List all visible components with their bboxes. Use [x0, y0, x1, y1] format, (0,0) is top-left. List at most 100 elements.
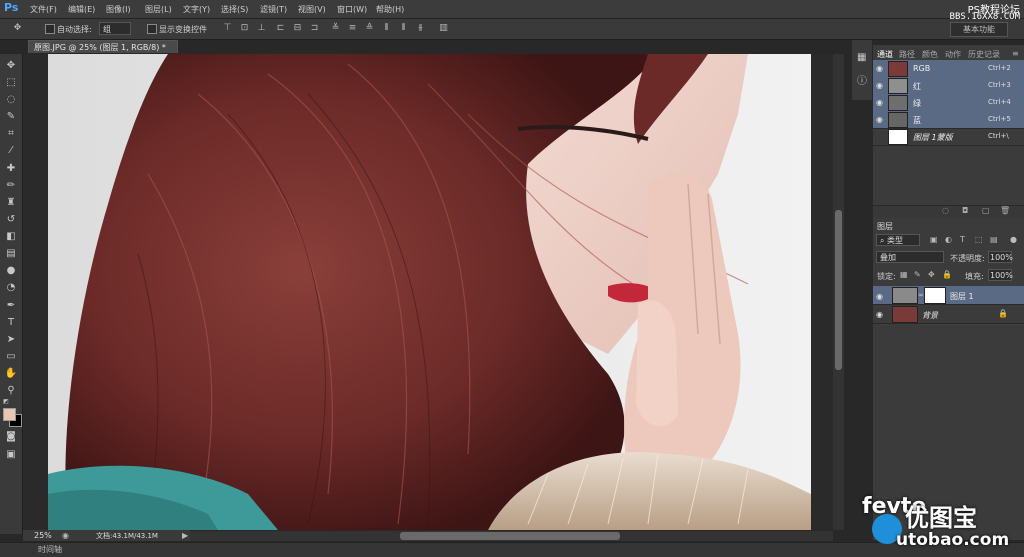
fill-input[interactable]: 100% [988, 269, 1013, 281]
menu-type[interactable]: 文字(Y) [183, 4, 210, 15]
rectangle-tool-icon[interactable]: ▭ [4, 350, 18, 364]
histogram-panel-icon[interactable]: ▦ [857, 52, 866, 63]
workspace-essentials-button[interactable]: 基本功能 [950, 22, 1008, 37]
filter-smart-object-icon[interactable]: ▤ [990, 235, 998, 244]
layer-name: 图层 1 [950, 292, 974, 301]
path-selection-tool-icon[interactable]: ➤ [4, 333, 18, 347]
menu-file[interactable]: 文件(F) [30, 4, 57, 15]
distribute-hcenter-icon[interactable]: ⦀ [398, 23, 409, 34]
menu-layer[interactable]: 图层(L) [145, 4, 172, 15]
crop-tool-icon[interactable]: ⌗ [4, 127, 18, 141]
clone-stamp-tool-icon[interactable]: ♜ [4, 196, 18, 210]
layer-mask-thumbnail[interactable] [924, 287, 946, 304]
marquee-tool-icon[interactable]: ⬚ [4, 76, 18, 90]
quick-select-tool-icon[interactable]: ✎ [4, 110, 18, 124]
eyedropper-tool-icon[interactable]: ⁄ [4, 144, 18, 158]
healing-brush-tool-icon[interactable]: ✚ [4, 162, 18, 176]
timeline-panel-bar [0, 542, 1024, 557]
document-tab[interactable]: 原图.JPG @ 25% (图层 1, RGB/8) * [28, 40, 178, 53]
delete-channel-icon[interactable]: 🗑 [1000, 206, 1010, 215]
channel-thumbnail [888, 78, 908, 94]
menu-help[interactable]: 帮助(H) [376, 4, 404, 15]
menu-filter[interactable]: 滤镜(T) [260, 4, 287, 15]
channel-thumbnail [888, 129, 908, 145]
eye-icon[interactable]: ◉ [876, 292, 885, 301]
layer-filter-select[interactable]: ⌕ 类型 [876, 234, 920, 246]
lock-position-icon[interactable]: ✥ [928, 270, 935, 279]
align-hcenter-icon[interactable]: ⊟ [292, 23, 303, 34]
blend-mode-select[interactable]: 叠加 [876, 251, 944, 263]
align-vcenter-icon[interactable]: ⊡ [239, 23, 250, 34]
lock-transparent-icon[interactable]: ▦ [900, 270, 908, 279]
zoom-level[interactable]: 25% [34, 531, 52, 540]
filter-toggle-icon[interactable]: ● [1010, 235, 1017, 244]
brush-tool-icon[interactable]: ✏ [4, 179, 18, 193]
vertical-scroll-thumb[interactable] [835, 210, 842, 370]
document-canvas-image[interactable] [48, 54, 811, 530]
eye-icon[interactable]: ◉ [876, 64, 885, 73]
channel-name: 蓝 [913, 116, 921, 125]
menu-view[interactable]: 视图(V) [298, 4, 326, 15]
eye-icon[interactable]: ◉ [876, 310, 885, 319]
eye-icon[interactable]: ◉ [876, 115, 885, 124]
lock-pixels-icon[interactable]: ✎ [914, 270, 921, 279]
history-brush-tool-icon[interactable]: ↺ [4, 213, 18, 227]
tab-paths[interactable]: 路径 [899, 49, 915, 60]
distribute-bottom-icon[interactable]: ≙ [364, 23, 375, 34]
tab-color[interactable]: 颜色 [922, 49, 938, 60]
opacity-input[interactable]: 100% [988, 251, 1013, 263]
show-transform-checkbox[interactable] [147, 24, 157, 34]
status-menu-arrow-icon[interactable]: ▶ [182, 531, 188, 540]
distribute-top-icon[interactable]: ≚ [330, 23, 341, 34]
gradient-tool-icon[interactable]: ▤ [4, 247, 18, 261]
align-bottom-icon[interactable]: ⊥ [256, 23, 267, 34]
lasso-tool-icon[interactable]: ◌ [4, 93, 18, 107]
tab-channels[interactable]: 通道 [877, 49, 893, 60]
distribute-vcenter-icon[interactable]: ≡ [347, 23, 358, 34]
tab-layers[interactable]: 图层 [877, 221, 893, 232]
move-tool-preset-icon[interactable]: ✥ [12, 23, 23, 34]
panel-menu-icon[interactable]: ≡ [1012, 49, 1019, 58]
zoom-tool-icon[interactable]: ⚲ [4, 384, 18, 398]
save-selection-icon[interactable]: ◘ [962, 206, 968, 215]
align-left-icon[interactable]: ⊏ [275, 23, 286, 34]
default-colors-icon[interactable]: ◩ [2, 398, 10, 406]
quick-mask-icon[interactable]: ◙ [4, 430, 18, 444]
foreground-color-swatch[interactable] [3, 408, 16, 421]
type-tool-icon[interactable]: T [4, 316, 18, 330]
distribute-right-icon[interactable]: ⫵ [415, 23, 426, 34]
eraser-tool-icon[interactable]: ◧ [4, 230, 18, 244]
blur-tool-icon[interactable]: ● [4, 264, 18, 278]
move-tool-icon[interactable]: ✥ [4, 59, 18, 73]
horizontal-scroll-thumb[interactable] [400, 532, 620, 540]
status-info-icon[interactable]: ◉ [62, 531, 69, 540]
menu-select[interactable]: 选择(S) [221, 4, 248, 15]
tab-history[interactable]: 历史记录 [968, 49, 1000, 60]
timeline-label[interactable]: 时间轴 [38, 544, 62, 555]
lock-all-icon[interactable]: 🔒 [942, 270, 952, 279]
align-right-icon[interactable]: ⊐ [309, 23, 320, 34]
new-channel-icon[interactable]: ▢ [982, 206, 990, 215]
auto-select-checkbox[interactable] [45, 24, 55, 34]
hand-tool-icon[interactable]: ✋ [4, 367, 18, 381]
filter-pixel-icon[interactable]: ▣ [930, 235, 938, 244]
eye-icon[interactable]: ◉ [876, 98, 885, 107]
chain-link-icon[interactable]: ∞ [918, 291, 924, 299]
auto-select-dropdown[interactable]: 组 [99, 22, 131, 35]
load-selection-icon[interactable]: ◌ [942, 206, 949, 215]
screen-mode-icon[interactable]: ▣ [4, 448, 18, 462]
align-top-icon[interactable]: ⊤ [222, 23, 233, 34]
info-panel-icon[interactable]: ⓘ [857, 72, 867, 87]
pen-tool-icon[interactable]: ✒ [4, 299, 18, 313]
dodge-tool-icon[interactable]: ◔ [4, 281, 18, 295]
filter-type-icon[interactable]: T [960, 235, 965, 244]
menu-image[interactable]: 图像(I) [106, 4, 131, 15]
eye-icon[interactable]: ◉ [876, 81, 885, 90]
filter-shape-icon[interactable]: ⬚ [975, 235, 983, 244]
auto-align-icon[interactable]: ▥ [438, 23, 449, 34]
distribute-left-icon[interactable]: ⫴ [381, 23, 392, 34]
filter-adjustment-icon[interactable]: ◐ [945, 235, 952, 244]
menu-edit[interactable]: 编辑(E) [68, 4, 95, 15]
tab-actions[interactable]: 动作 [945, 49, 961, 60]
menu-window[interactable]: 窗口(W) [337, 4, 367, 15]
